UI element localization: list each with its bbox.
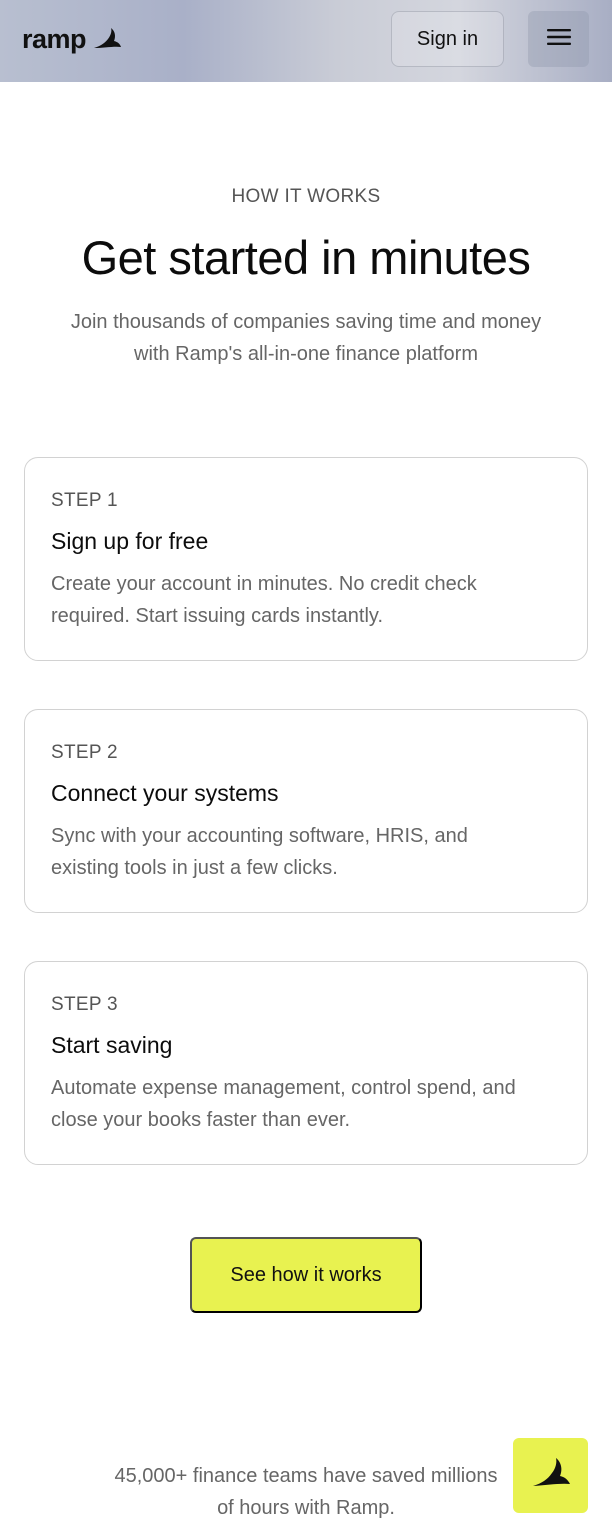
step-description: Automate expense management, control spe… (51, 1077, 516, 1131)
step-title: Sign up for free (51, 528, 209, 554)
step-label: STEP 2 (51, 742, 118, 763)
section-eyebrow: HOW IT WORKS (231, 186, 381, 207)
see-how-it-works-button[interactable]: See how it works (190, 1237, 422, 1313)
hamburger-menu-button[interactable] (528, 11, 589, 67)
ramp-mark-icon (531, 1456, 571, 1495)
sign-in-button[interactable]: Sign in (391, 11, 504, 67)
step-card-1: STEP 1 Sign up for free Create your acco… (24, 457, 588, 661)
section-subtitle: Join thousands of companies saving time … (70, 311, 542, 365)
step-card-2: STEP 2 Connect your systems Sync with yo… (24, 709, 588, 913)
footer-social-proof: 45,000+ finance teams have saved million… (114, 1465, 498, 1519)
section-title: Get started in minutes (81, 231, 531, 284)
ramp-floating-button[interactable] (513, 1438, 588, 1513)
ramp-logo-icon (92, 26, 122, 52)
step-card-3: STEP 3 Start saving Automate expense man… (24, 961, 588, 1165)
hamburger-menu-icon (546, 28, 572, 51)
site-header: ramp Sign in (0, 0, 612, 82)
step-description: Sync with your accounting software, HRIS… (51, 825, 468, 879)
step-title: Start saving (51, 1032, 173, 1058)
logo-wordmark: ramp (22, 23, 87, 54)
step-title: Connect your systems (51, 780, 279, 806)
ramp-logo[interactable]: ramp (22, 22, 122, 56)
step-label: STEP 1 (51, 490, 118, 511)
step-description: Create your account in minutes. No credi… (51, 573, 477, 627)
step-label: STEP 3 (51, 994, 118, 1015)
